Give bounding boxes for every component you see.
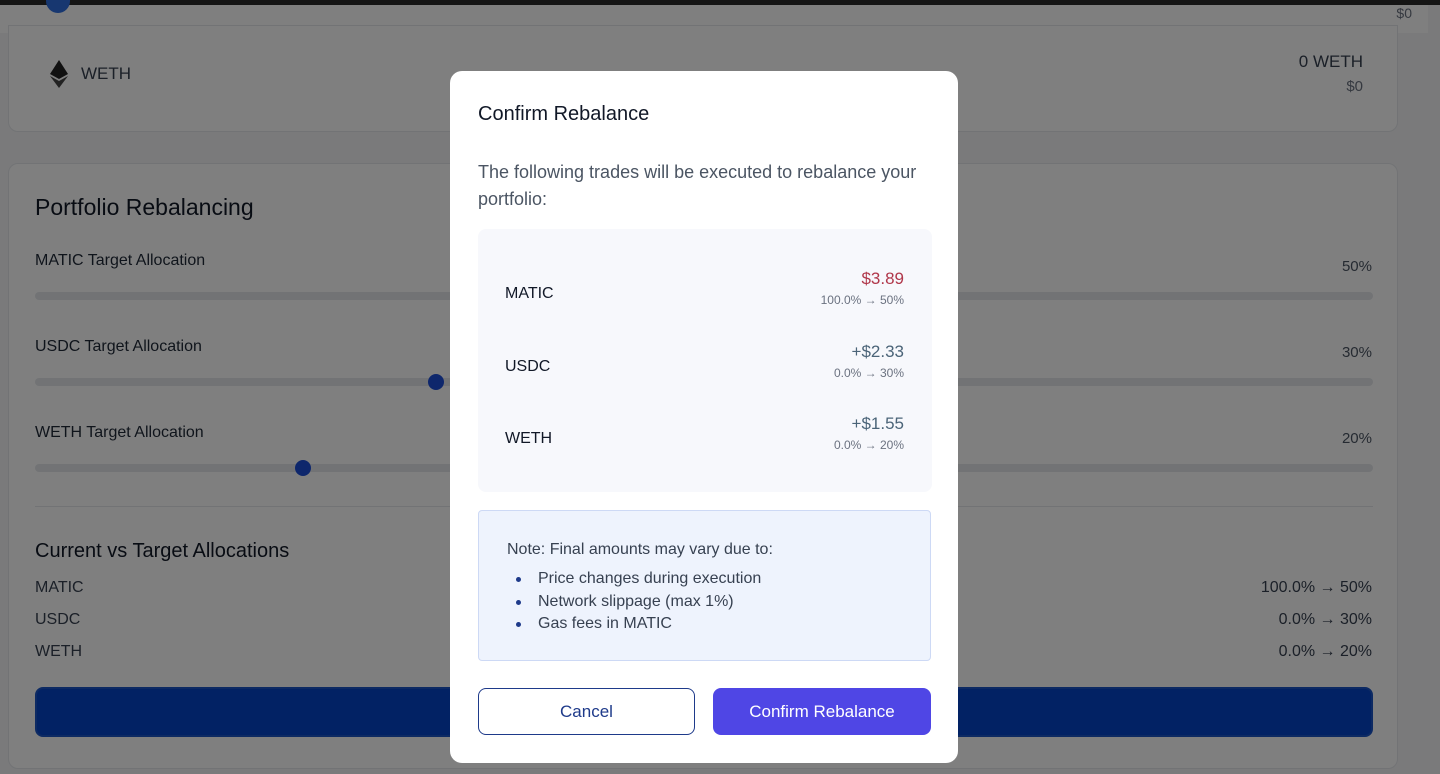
- trades-list: MATIC $3.89 100.0% → 50% USDC +$2.33 0.0…: [478, 229, 932, 492]
- dialog-description: The following trades will be executed to…: [478, 162, 917, 209]
- trade-asset: MATIC: [505, 285, 554, 302]
- trade-amount: +$1.55: [851, 414, 904, 433]
- note-title: Note: Final amounts may vary due to:: [507, 541, 773, 558]
- cancel-button[interactable]: Cancel: [478, 688, 695, 735]
- dialog-title: Confirm Rebalance: [478, 103, 650, 125]
- trade-allocation-change: 100.0% → 50%: [820, 293, 904, 307]
- trade-allocation-change: 0.0% → 20%: [833, 438, 904, 452]
- trade-row: WETH +$1.55 0.0% → 20%: [478, 414, 932, 474]
- note-list: Price changes during execution Network s…: [507, 568, 761, 636]
- trade-allocation-change: 0.0% → 30%: [833, 366, 904, 380]
- trade-row: USDC +$2.33 0.0% → 30%: [478, 342, 932, 402]
- note-item: Price changes during execution: [507, 568, 761, 591]
- trade-asset: USDC: [505, 358, 551, 375]
- confirm-rebalance-dialog: Confirm Rebalance The following trades w…: [450, 71, 958, 763]
- trade-asset: WETH: [505, 430, 553, 447]
- trade-row: MATIC $3.89 100.0% → 50%: [478, 269, 932, 329]
- note-item: Gas fees in MATIC: [507, 613, 761, 636]
- note-box: Note: Final amounts may vary due to: Pri…: [478, 510, 931, 661]
- note-item: Network slippage (max 1%): [507, 591, 761, 614]
- trade-amount: +$2.33: [851, 342, 904, 361]
- confirm-rebalance-button[interactable]: Confirm Rebalance: [713, 688, 931, 735]
- trade-amount: $3.89: [861, 269, 904, 288]
